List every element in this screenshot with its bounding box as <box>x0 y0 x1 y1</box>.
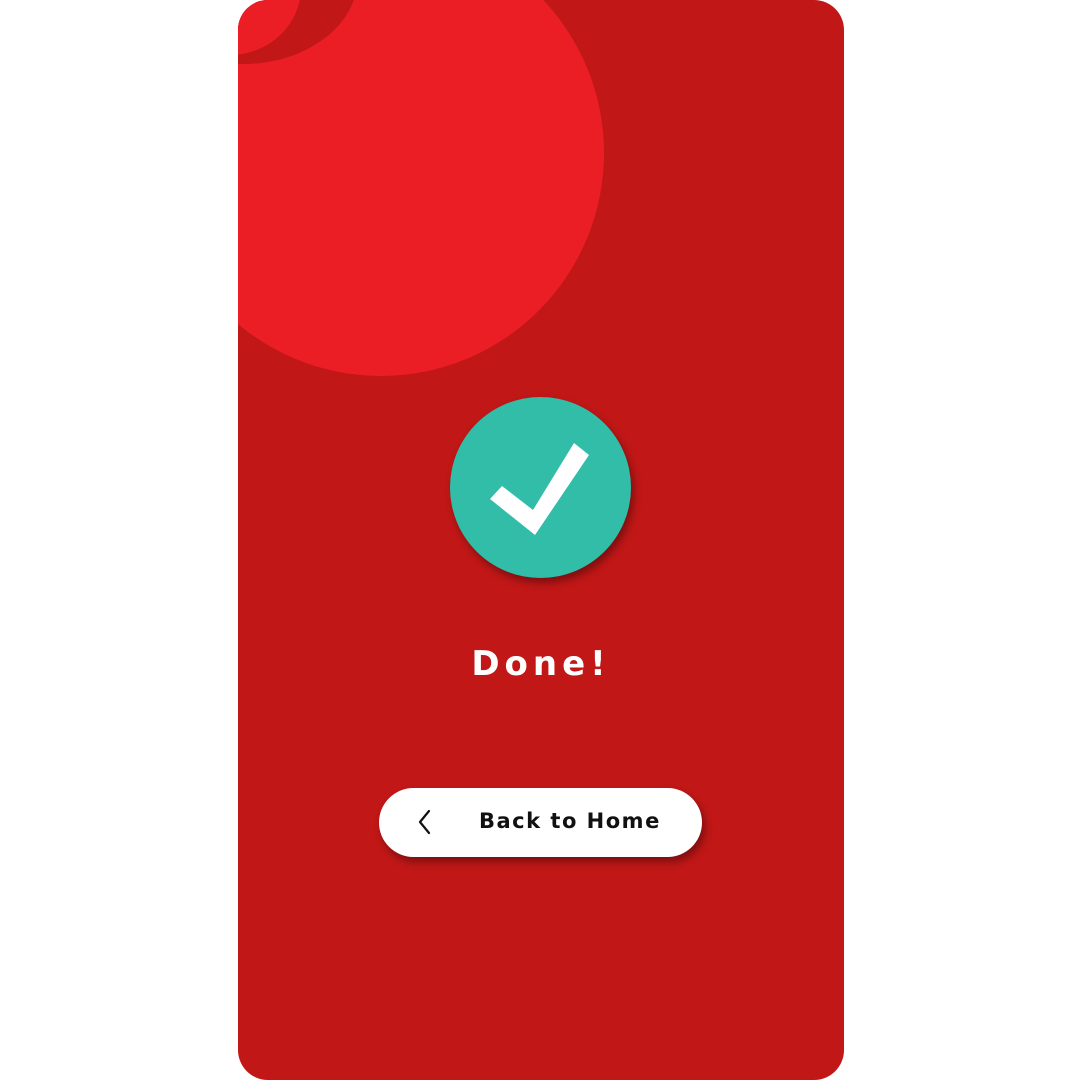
success-badge <box>450 397 631 578</box>
chevron-left-icon <box>418 809 431 835</box>
status-title: Done! <box>471 644 611 684</box>
success-screen: Done! Back to Home <box>238 0 844 1080</box>
back-to-home-button[interactable]: Back to Home <box>379 788 702 857</box>
checkmark-icon <box>490 443 589 535</box>
back-to-home-label: Back to Home <box>479 809 661 833</box>
decorative-circle-large <box>238 0 604 376</box>
